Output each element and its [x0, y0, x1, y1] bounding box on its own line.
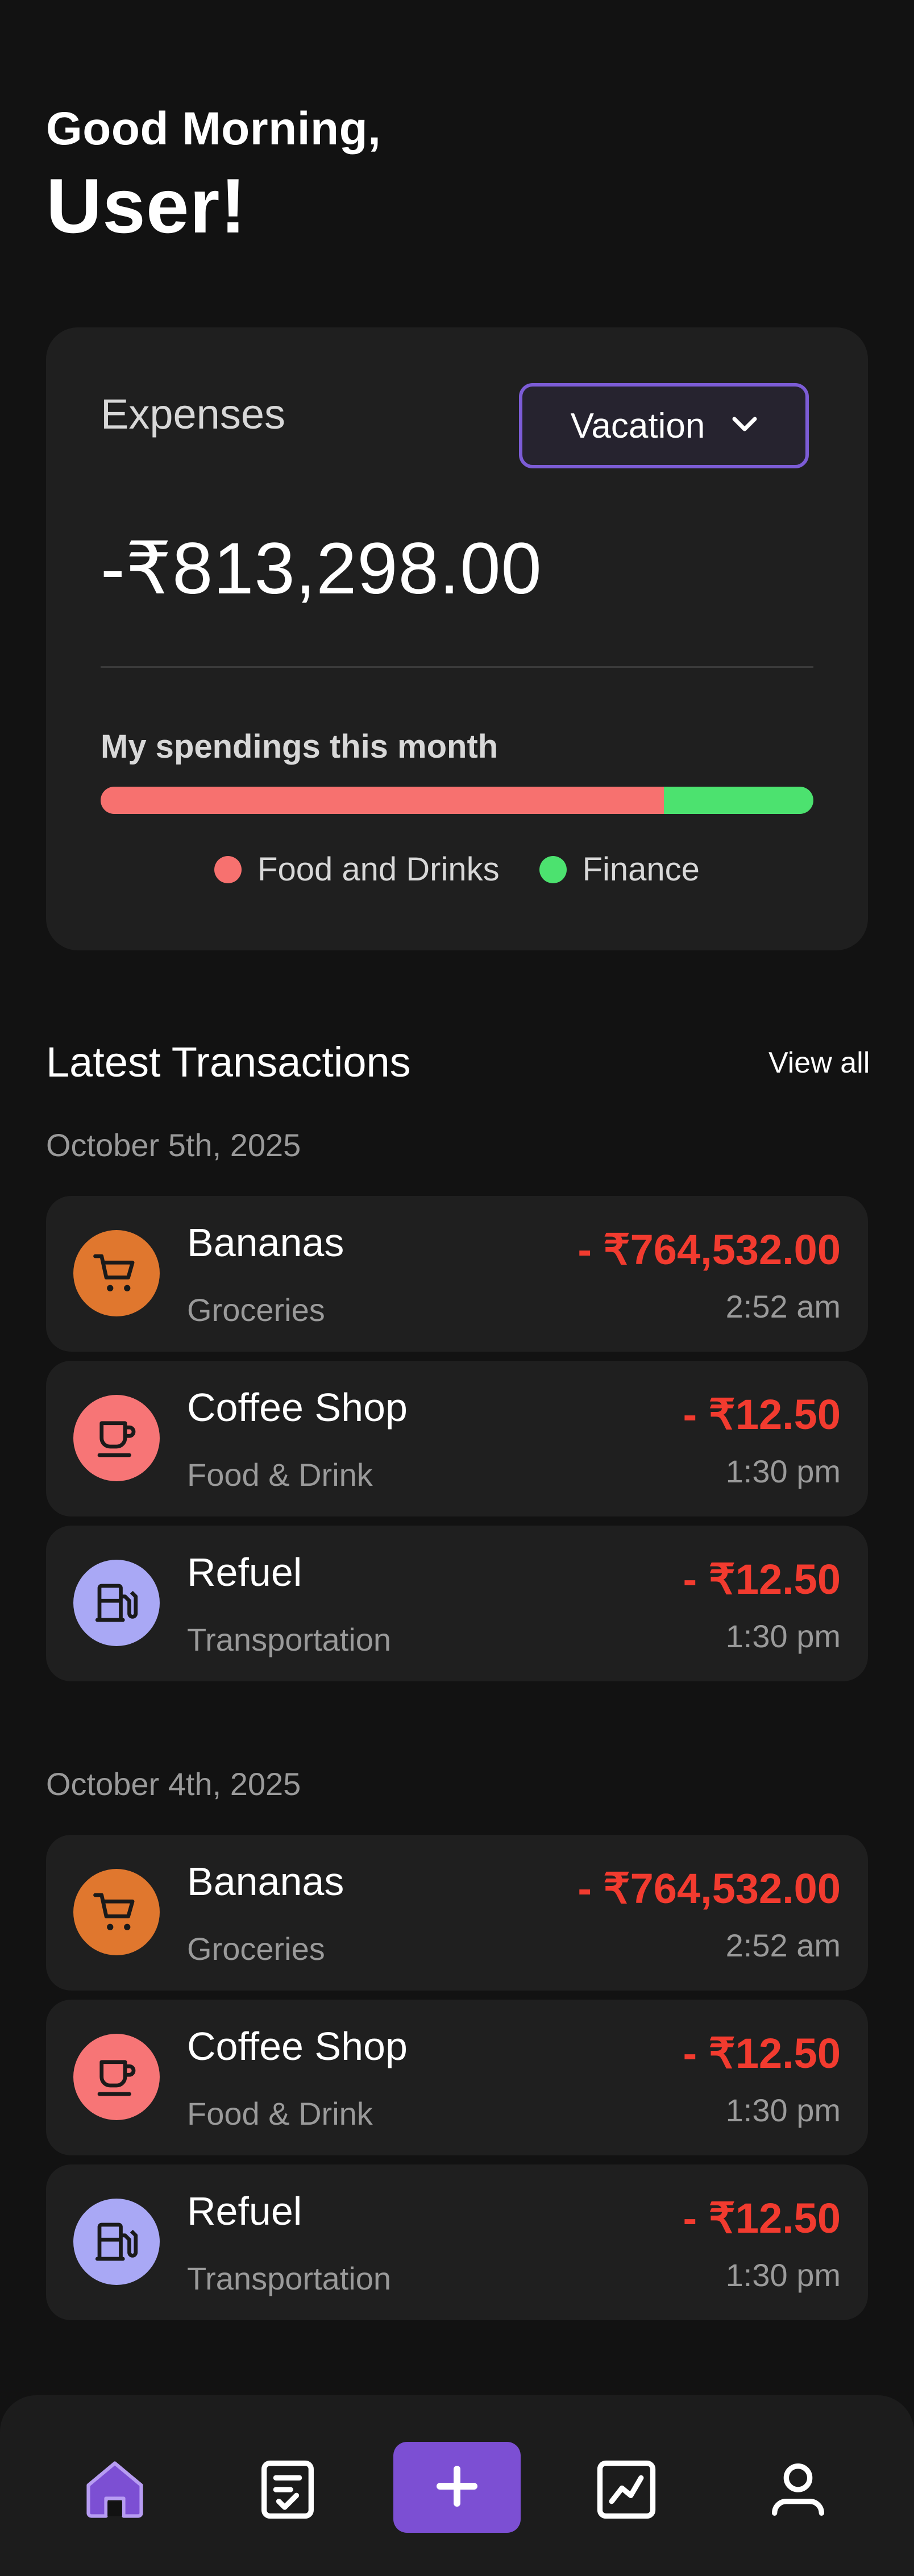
date-label: October 5th, 2025 [46, 1127, 301, 1163]
legend-item-finance: Finance [539, 850, 700, 888]
legend-item-food: Food and Drinks [214, 850, 500, 888]
bottom-nav [0, 2395, 914, 2576]
legend-dot [539, 855, 567, 883]
transaction-amount: - ₹12.50 [683, 1391, 841, 1438]
transaction-amount: - ₹764,532.00 [578, 1226, 841, 1273]
greeting-line-1: Good Morning, [46, 103, 381, 155]
transaction-name: Coffee Shop [187, 2024, 408, 2068]
checklist-icon [252, 2454, 323, 2528]
cup-icon [73, 1395, 160, 1481]
chevron-down-icon [732, 416, 757, 436]
transaction-amount: - ₹12.50 [683, 2030, 841, 2077]
nav-home[interactable] [75, 2451, 155, 2531]
dropdown-selected: Vacation [570, 406, 705, 446]
transaction-time: 1:30 pm [725, 2092, 841, 2128]
cup-icon [73, 2034, 160, 2120]
legend-label: Food and Drinks [257, 851, 500, 888]
divider [101, 666, 813, 668]
expenses-card: Expenses Vacation -₹813,298.00 My spendi… [46, 327, 868, 950]
fuel-icon [73, 1560, 160, 1646]
transaction-amount: - ₹12.50 [683, 2195, 841, 2242]
transaction-category: Transportation [187, 2261, 391, 2296]
transaction-amount: - ₹764,532.00 [578, 1865, 841, 1912]
transaction-card[interactable]: Bananas Groceries - ₹764,532.00 2:52 am [46, 1196, 868, 1352]
transaction-card[interactable]: Bananas Groceries - ₹764,532.00 2:52 am [46, 1835, 868, 1991]
transaction-time: 2:52 am [725, 1289, 841, 1324]
nav-tasks[interactable] [248, 2451, 327, 2531]
profile-icon [763, 2454, 833, 2528]
transaction-time: 2:52 am [725, 1927, 841, 1963]
expenses-label: Expenses [101, 390, 285, 438]
transaction-card[interactable]: Coffee Shop Food & Drink - ₹12.50 1:30 p… [46, 2000, 868, 2155]
spending-bar [101, 787, 813, 814]
transaction-name: Bananas [187, 1859, 344, 1904]
home-icon [80, 2454, 150, 2528]
plus-icon [431, 2461, 483, 2515]
transaction-category: Groceries [187, 1292, 325, 1328]
transaction-card[interactable]: Coffee Shop Food & Drink - ₹12.50 1:30 p… [46, 1361, 868, 1516]
transaction-name: Bananas [187, 1220, 344, 1265]
greeting-line-2: User! [46, 163, 247, 249]
add-button[interactable] [393, 2442, 521, 2533]
transaction-name: Refuel [187, 1550, 302, 1594]
category-dropdown[interactable]: Vacation [519, 383, 809, 468]
nav-profile[interactable] [758, 2451, 838, 2531]
transaction-category: Transportation [187, 1622, 391, 1657]
transaction-name: Coffee Shop [187, 1385, 408, 1430]
legend-label: Finance [582, 851, 700, 888]
transaction-card[interactable]: Refuel Transportation - ₹12.50 1:30 pm [46, 1526, 868, 1681]
transaction-time: 1:30 pm [725, 1618, 841, 1654]
spendings-title: My spendings this month [101, 728, 498, 765]
cart-icon [73, 1869, 160, 1955]
transaction-card[interactable]: Refuel Transportation - ₹12.50 1:30 pm [46, 2164, 868, 2320]
spending-segment-finance [663, 787, 813, 814]
transaction-category: Food & Drink [187, 2096, 373, 2132]
transaction-amount: - ₹12.50 [683, 1556, 841, 1603]
date-label: October 4th, 2025 [46, 1766, 301, 1802]
transaction-category: Food & Drink [187, 1457, 373, 1493]
spending-segment-food [101, 787, 664, 814]
legend-dot [214, 855, 242, 883]
view-all-link[interactable]: View all [768, 1046, 870, 1080]
cart-icon [73, 1230, 160, 1316]
transaction-category: Groceries [187, 1931, 325, 1967]
latest-transactions-title: Latest Transactions [46, 1038, 411, 1086]
nav-stats[interactable] [587, 2451, 666, 2531]
transaction-name: Refuel [187, 2189, 302, 2233]
spending-legend: Food and Drinks Finance [46, 850, 868, 888]
chart-icon [591, 2454, 662, 2528]
fuel-icon [73, 2199, 160, 2285]
total-expense-amount: -₹813,298.00 [101, 528, 542, 609]
transaction-time: 1:30 pm [725, 2257, 841, 2293]
transaction-time: 1:30 pm [725, 1453, 841, 1489]
